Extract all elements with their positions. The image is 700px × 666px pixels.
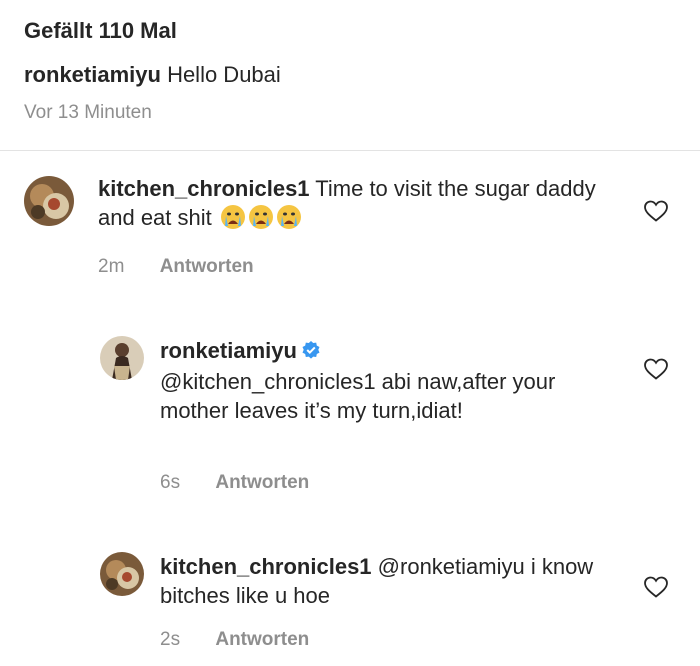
crying-face-emoji bbox=[276, 204, 302, 237]
comment-text: kitchen_chronicles1 @ronketiamiyu i know… bbox=[160, 552, 620, 610]
comment-text: kitchen_chronicles1 Time to visit the su… bbox=[98, 174, 608, 237]
crying-face-emoji bbox=[220, 204, 246, 237]
post-timestamp: Vor 13 Minuten bbox=[24, 102, 152, 123]
avatar[interactable] bbox=[24, 176, 74, 226]
heart-outline-icon[interactable] bbox=[643, 199, 669, 223]
reply-button[interactable]: Antworten bbox=[215, 472, 309, 493]
comment-text: ronketiamiyu @kitchen_chronicles1 abi na… bbox=[160, 336, 600, 425]
avatar[interactable] bbox=[100, 336, 144, 380]
comment-age: 2m bbox=[98, 256, 125, 277]
comment-username[interactable]: kitchen_chronicles1 bbox=[98, 176, 310, 201]
reply-button[interactable]: Antworten bbox=[160, 256, 254, 277]
comment-age: 6s bbox=[160, 472, 181, 493]
crying-face-emoji bbox=[248, 204, 274, 237]
heart-outline-icon[interactable] bbox=[643, 575, 669, 599]
comment-meta: 2m Antworten bbox=[98, 256, 254, 278]
caption-username[interactable]: ronketiamiyu bbox=[24, 62, 161, 87]
post-caption: ronketiamiyu Hello Dubai bbox=[24, 62, 281, 88]
verified-badge-icon bbox=[301, 338, 321, 367]
heart-outline-icon[interactable] bbox=[643, 357, 669, 381]
reply-button[interactable]: Antworten bbox=[215, 629, 309, 650]
comment-username[interactable]: ronketiamiyu bbox=[160, 338, 297, 363]
divider bbox=[0, 150, 700, 151]
comment-meta: 2s Antworten bbox=[160, 629, 309, 651]
post-likes[interactable]: Gefällt 110 Mal bbox=[24, 18, 177, 44]
avatar[interactable] bbox=[100, 552, 144, 596]
caption-text: Hello Dubai bbox=[167, 62, 281, 87]
comment-meta: 6s Antworten bbox=[160, 472, 309, 494]
comment-username[interactable]: kitchen_chronicles1 bbox=[160, 554, 372, 579]
comment-age: 2s bbox=[160, 629, 181, 650]
comment-body: @kitchen_chronicles1 abi naw,after your … bbox=[160, 369, 556, 423]
